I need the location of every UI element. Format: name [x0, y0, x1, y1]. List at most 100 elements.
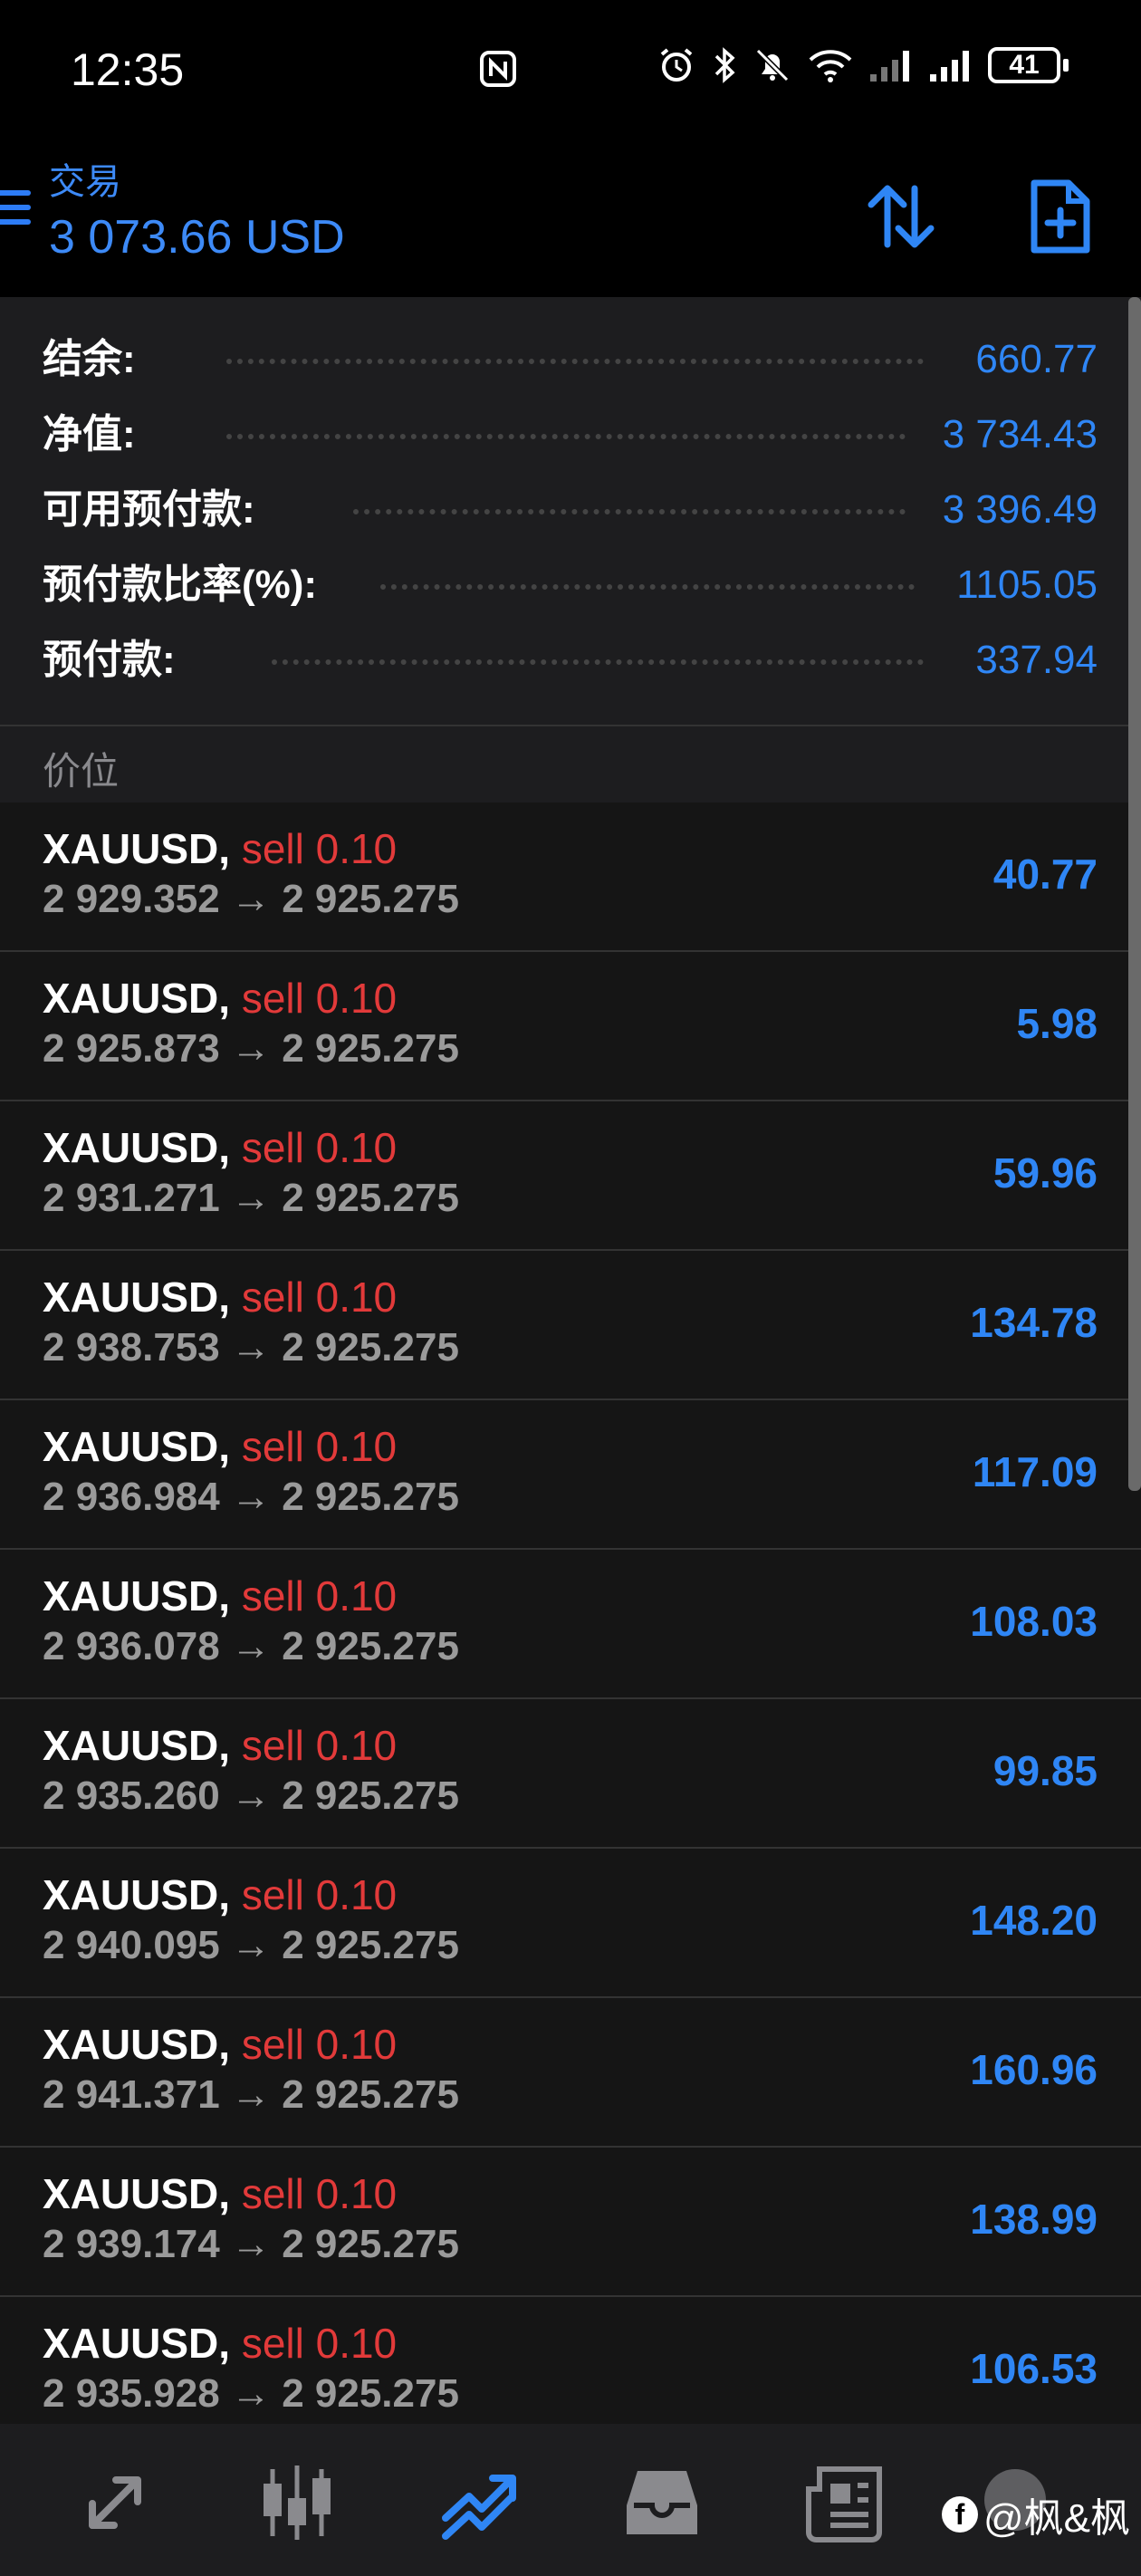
dotted-leader	[380, 584, 915, 595]
position-profit: 106.53	[970, 2345, 1098, 2392]
quotes-arrows-icon	[89, 2476, 141, 2529]
sort-button[interactable]	[860, 176, 942, 257]
watermark: f @枫&枫	[941, 2485, 1130, 2543]
position-type: sell 0.10	[241, 2021, 398, 2068]
position-row[interactable]: XAUUSD, sell 0.10 2 938.753 → 2 925.275 …	[0, 1251, 1141, 1400]
signal-icon-sim1	[930, 51, 969, 82]
nfc-icon	[478, 49, 518, 93]
candlestick-chart-icon	[264, 2465, 331, 2540]
position-type: sell 0.10	[241, 1722, 398, 1769]
position-row[interactable]: XAUUSD, sell 0.10 2 935.260 → 2 925.275 …	[0, 1699, 1141, 1849]
position-type: sell 0.10	[241, 1572, 398, 1620]
position-type: sell 0.10	[241, 1124, 398, 1171]
position-row[interactable]: XAUUSD, sell 0.10 2 936.984 → 2 925.275 …	[0, 1400, 1141, 1550]
position-symbol: XAUUSD,	[43, 1871, 231, 1918]
position-row[interactable]: XAUUSD, sell 0.10 2 941.371 → 2 925.275 …	[0, 1998, 1141, 2148]
position-symbol-line: XAUUSD, sell 0.10	[43, 2020, 397, 2069]
position-type: sell 0.10	[241, 975, 398, 1022]
scrollbar[interactable]	[1128, 297, 1141, 1491]
position-symbol-line: XAUUSD, sell 0.10	[43, 1721, 397, 1770]
position-prices: 2 941.371 → 2 925.275	[43, 2072, 459, 2117]
position-prices: 2 938.753 → 2 925.275	[43, 1325, 459, 1370]
battery-level: 41	[988, 47, 1060, 83]
position-symbol: XAUUSD,	[43, 825, 231, 872]
position-prices: 2 931.271 → 2 925.275	[43, 1176, 459, 1220]
summary-row-margin: 预付款: 337.94	[0, 629, 1141, 692]
position-row[interactable]: XAUUSD, sell 0.10 2 939.174 → 2 925.275 …	[0, 2148, 1141, 2297]
position-prices: 2 935.260 → 2 925.275	[43, 1773, 459, 1818]
position-symbol: XAUUSD,	[43, 1722, 231, 1769]
weibo-logo-icon: f	[941, 2496, 978, 2533]
account-summary: 结余: 660.77 净值: 3 734.43 可用预付款: 3 396.49 …	[0, 297, 1141, 726]
section-title: 价位	[43, 750, 120, 793]
summary-value: 3 734.43	[942, 412, 1098, 457]
status-bar: 12:35 41	[0, 0, 1141, 136]
menu-icon[interactable]	[0, 190, 31, 234]
status-icons: 41	[657, 45, 1069, 85]
summary-label: 结余:	[43, 337, 136, 381]
position-profit: 148.20	[970, 1897, 1098, 1944]
position-profit: 108.03	[970, 1598, 1098, 1645]
position-row[interactable]: XAUUSD, sell 0.10 2 940.095 → 2 925.275 …	[0, 1849, 1141, 1998]
position-type: sell 0.10	[241, 825, 398, 872]
bluetooth-icon	[714, 47, 735, 83]
position-type: sell 0.10	[241, 1871, 398, 1918]
position-profit: 134.78	[970, 1299, 1098, 1346]
position-symbol: XAUUSD,	[43, 2170, 231, 2217]
nav-history[interactable]	[621, 2462, 703, 2543]
summary-row-balance: 结余: 660.77	[0, 328, 1141, 391]
position-profit: 160.96	[970, 2046, 1098, 2093]
position-prices: 2 939.174 → 2 925.275	[43, 2222, 459, 2266]
position-profit: 5.98	[1016, 1000, 1098, 1047]
position-type: sell 0.10	[241, 2170, 398, 2217]
summary-label: 净值:	[43, 412, 136, 457]
summary-value: 660.77	[975, 337, 1098, 381]
position-row[interactable]: XAUUSD, sell 0.10 2 925.873 → 2 925.275 …	[0, 952, 1141, 1101]
position-profit: 138.99	[970, 2196, 1098, 2243]
sort-arrows-icon	[868, 185, 935, 248]
header-balance: 3 073.66 USD	[49, 211, 345, 264]
position-symbol: XAUUSD,	[43, 975, 231, 1022]
nav-news[interactable]	[803, 2462, 885, 2543]
positions-list[interactable]: XAUUSD, sell 0.10 2 929.352 → 2 925.275 …	[0, 803, 1141, 2424]
trade-trend-icon	[442, 2475, 516, 2540]
app-header: 交易 3 073.66 USD	[0, 136, 1141, 297]
position-symbol-line: XAUUSD, sell 0.10	[43, 1123, 397, 1172]
position-symbol-line: XAUUSD, sell 0.10	[43, 2319, 397, 2368]
summary-value: 337.94	[975, 638, 1098, 682]
position-profit: 99.85	[992, 1747, 1098, 1794]
add-document-icon	[1031, 179, 1090, 254]
position-profit: 59.96	[992, 1149, 1098, 1197]
position-type: sell 0.10	[241, 1274, 398, 1321]
signal-icon-sim2	[870, 51, 909, 82]
position-symbol: XAUUSD,	[43, 2320, 231, 2367]
summary-row-margin-level: 预付款比率(%): 1105.05	[0, 553, 1141, 617]
nav-trade[interactable]	[438, 2462, 520, 2543]
dotted-leader	[226, 434, 906, 445]
position-symbol-line: XAUUSD, sell 0.10	[43, 1273, 397, 1322]
position-symbol: XAUUSD,	[43, 1572, 231, 1620]
position-row[interactable]: XAUUSD, sell 0.10 2 935.928 → 2 925.275 …	[0, 2297, 1141, 2424]
summary-row-equity: 净值: 3 734.43	[0, 403, 1141, 466]
position-symbol: XAUUSD,	[43, 1124, 231, 1171]
position-row[interactable]: XAUUSD, sell 0.10 2 936.078 → 2 925.275 …	[0, 1550, 1141, 1699]
new-order-button[interactable]	[1020, 176, 1101, 257]
position-prices: 2 925.873 → 2 925.275	[43, 1026, 459, 1071]
summary-value: 3 396.49	[942, 487, 1098, 532]
position-symbol-line: XAUUSD, sell 0.10	[43, 2169, 397, 2218]
position-row[interactable]: XAUUSD, sell 0.10 2 929.352 → 2 925.275 …	[0, 803, 1141, 952]
nav-quotes[interactable]	[74, 2462, 156, 2543]
position-symbol-line: XAUUSD, sell 0.10	[43, 824, 397, 873]
nav-charts[interactable]	[256, 2462, 338, 2543]
position-symbol-line: XAUUSD, sell 0.10	[43, 974, 397, 1023]
mute-bell-icon	[755, 48, 790, 82]
position-symbol-line: XAUUSD, sell 0.10	[43, 1422, 397, 1471]
position-profit: 117.09	[972, 1448, 1098, 1495]
summary-label: 可用预付款:	[43, 487, 255, 532]
page-title: 交易	[49, 162, 121, 202]
wifi-icon	[809, 50, 852, 82]
position-prices: 2 940.095 → 2 925.275	[43, 1923, 459, 1967]
position-row[interactable]: XAUUSD, sell 0.10 2 931.271 → 2 925.275 …	[0, 1101, 1141, 1251]
position-type: sell 0.10	[241, 2320, 398, 2367]
position-type: sell 0.10	[241, 1423, 398, 1470]
